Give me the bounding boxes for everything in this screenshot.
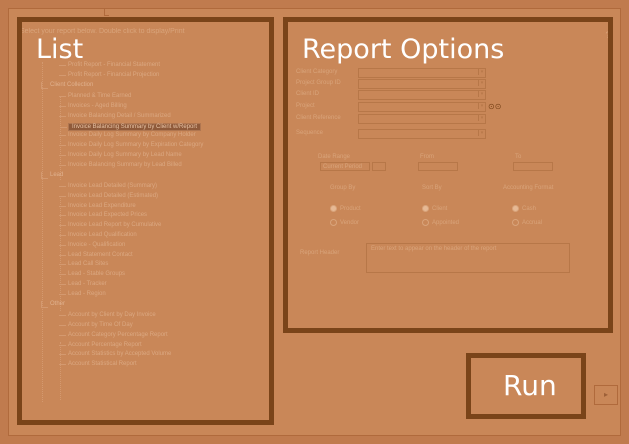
list-panel-title: List [36,34,84,65]
run-button-label: Run [503,369,557,402]
report-options-panel: Report Options [283,17,613,333]
run-button[interactable]: Run [466,353,586,419]
report-options-title: Report Options [302,34,505,65]
list-panel: List [17,17,274,425]
next-button[interactable]: ▸ [594,385,618,405]
window-tab-marker [104,9,109,16]
